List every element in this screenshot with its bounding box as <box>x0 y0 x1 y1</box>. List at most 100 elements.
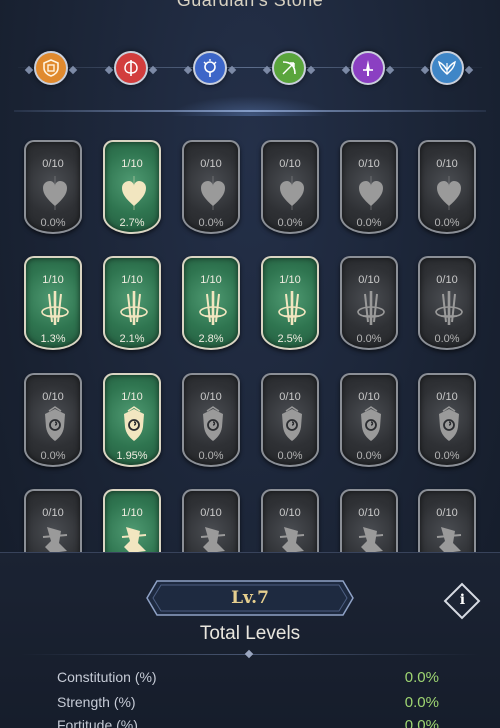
boot-icon <box>39 521 71 552</box>
stone-slot[interactable]: 0/10 0.0% <box>418 256 476 350</box>
stone-percent: 0.0% <box>198 217 224 229</box>
stat-value: 0.0% <box>404 694 439 711</box>
stone-slot[interactable]: 0/10 0.0% <box>340 140 398 234</box>
stat-row-fortitude: Fortitude (%) 0.0% <box>57 717 447 728</box>
stat-label: Constitution (%) <box>57 669 157 685</box>
stone-level: 0/10 <box>279 158 301 170</box>
heart-icon <box>197 172 229 212</box>
heart-icon <box>276 172 308 212</box>
class-tab-orb[interactable] <box>193 51 227 85</box>
heart-icon <box>39 172 71 212</box>
stone-percent: 0.0% <box>40 217 66 229</box>
stone-slot[interactable]: 0/10 <box>261 489 319 552</box>
total-level-value: Lv.7 <box>231 588 269 608</box>
total-levels-label: Total Levels <box>199 623 301 644</box>
stone-percent: 0.0% <box>277 217 303 229</box>
stone-slot[interactable]: 0/10 0.0% <box>24 140 82 234</box>
stone-slot[interactable]: 0/10 0.0% <box>182 373 240 467</box>
stone-slot[interactable]: 1/10 <box>103 489 161 552</box>
stone-percent: 0.0% <box>356 333 382 345</box>
stone-percent: 2.7% <box>119 217 145 229</box>
class-tab-dagger[interactable] <box>351 51 385 85</box>
stone-slot[interactable]: 1/10 2.5% <box>261 256 319 350</box>
stone-level: 0/10 <box>436 391 458 403</box>
heart-icon <box>118 172 150 212</box>
stone-percent: 0.0% <box>356 450 382 462</box>
stone-level: 0/10 <box>358 274 380 286</box>
stone-slot[interactable]: 0/10 0.0% <box>418 140 476 234</box>
section-divider <box>14 110 486 112</box>
heart-icon <box>355 172 387 212</box>
stone-slot[interactable]: 1/10 2.1% <box>103 256 161 350</box>
shield-icon <box>39 405 71 445</box>
total-levels-underline <box>20 654 480 655</box>
boot-icon <box>276 521 308 552</box>
stone-percent: 1.95% <box>116 450 148 462</box>
wings-crest-icon <box>438 60 456 75</box>
stone-slot[interactable]: 0/10 <box>182 489 240 552</box>
stone-level: 0/10 <box>358 507 380 519</box>
shield-icon <box>118 405 150 445</box>
divider-glow <box>170 96 330 116</box>
stone-level: 0/10 <box>358 391 380 403</box>
stone-level: 1/10 <box>121 507 143 519</box>
class-tab-shield[interactable] <box>34 51 68 85</box>
stone-level: 0/10 <box>436 158 458 170</box>
stone-slot[interactable]: 0/10 0.0% <box>340 256 398 350</box>
total-level-box: Lv.7 <box>145 579 355 617</box>
stone-slot[interactable]: 1/10 2.8% <box>182 256 240 350</box>
stone-slot[interactable]: 0/10 0.0% <box>418 373 476 467</box>
dagger-crest-icon <box>363 60 373 76</box>
stone-slot[interactable]: 0/10 <box>24 489 82 552</box>
stone-level: 1/10 <box>200 274 222 286</box>
stone-level: 0/10 <box>200 158 222 170</box>
stone-percent: 2.8% <box>198 333 224 345</box>
stone-slot[interactable]: 1/10 2.7% <box>103 140 161 234</box>
stone-slot[interactable]: 0/10 0.0% <box>261 140 319 234</box>
heart-icon <box>433 172 465 212</box>
swords-icon <box>276 288 308 328</box>
summary-panel: Lv.7 i Total Levels Constitution (%) 0.0… <box>0 552 500 728</box>
info-icon: i <box>459 592 466 609</box>
info-button[interactable]: i <box>443 582 481 620</box>
class-tab-wings[interactable] <box>430 51 464 85</box>
stone-level: 0/10 <box>358 158 380 170</box>
shield-icon <box>433 405 465 445</box>
stone-percent: 2.5% <box>277 333 303 345</box>
orb-crest-icon <box>203 59 217 77</box>
shield-crest-icon <box>43 59 59 77</box>
guardian-stone-screen: Guardian's Stone 0/10 0.0% 1/10 2.7% 0/10 0.0… <box>0 0 500 728</box>
shield-icon <box>276 405 308 445</box>
stat-row-strength: Strength (%) 0.0% <box>57 694 447 714</box>
stone-level: 0/10 <box>42 158 64 170</box>
class-tab-axe[interactable] <box>114 51 148 85</box>
page-title: Guardian's Stone <box>176 0 324 10</box>
stone-slot[interactable]: 0/10 <box>418 489 476 552</box>
stat-value: 0.0% <box>404 717 439 728</box>
stone-slot[interactable]: 0/10 <box>340 489 398 552</box>
class-tab-bow[interactable] <box>272 51 306 85</box>
stone-slot[interactable]: 1/10 1.3% <box>24 256 82 350</box>
swords-icon <box>197 288 229 328</box>
stone-slot[interactable]: 0/10 0.0% <box>340 373 398 467</box>
stone-level: 0/10 <box>42 507 64 519</box>
stat-label: Strength (%) <box>57 694 136 710</box>
stone-slot[interactable]: 1/10 1.95% <box>103 373 161 467</box>
boot-icon <box>433 521 465 552</box>
stone-slot[interactable]: 0/10 0.0% <box>182 140 240 234</box>
stone-percent: 0.0% <box>198 450 224 462</box>
stone-slot[interactable]: 0/10 0.0% <box>24 373 82 467</box>
stone-slot[interactable]: 0/10 0.0% <box>261 373 319 467</box>
stone-percent: 0.0% <box>356 217 382 229</box>
stone-level: 1/10 <box>279 274 301 286</box>
stone-level: 1/10 <box>42 274 64 286</box>
stone-level: 0/10 <box>279 391 301 403</box>
stone-percent: 2.1% <box>119 333 145 345</box>
stone-percent: 0.0% <box>434 217 460 229</box>
boot-icon <box>355 521 387 552</box>
boot-icon <box>197 521 229 552</box>
swords-icon <box>118 288 150 328</box>
stat-value: 0.0% <box>404 669 439 686</box>
stone-level: 1/10 <box>121 158 143 170</box>
swords-icon <box>433 288 465 328</box>
